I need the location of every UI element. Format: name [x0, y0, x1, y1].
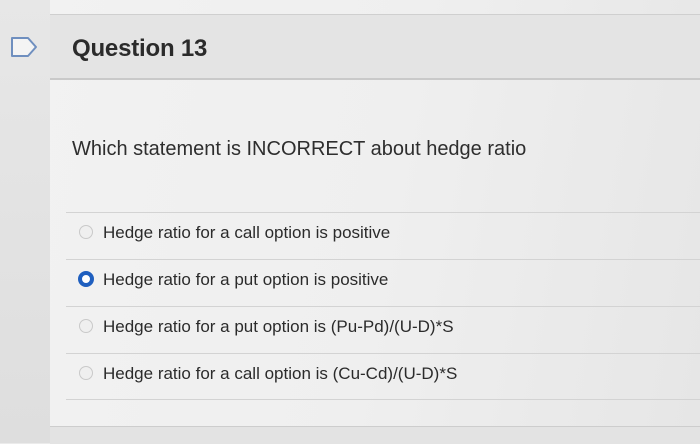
answer-option-2[interactable]: Hedge ratio for a put option is positive: [66, 259, 700, 306]
answer-list: Hedge ratio for a call option is positiv…: [66, 212, 700, 400]
radio-button[interactable]: [79, 366, 93, 380]
quiz-page: Question 13 Which statement is INCORRECT…: [0, 0, 700, 444]
question-footer: [50, 426, 700, 444]
answer-label[interactable]: Hedge ratio for a call option is (Cu-Cd)…: [103, 364, 457, 384]
answer-option-3[interactable]: Hedge ratio for a put option is (Pu-Pd)/…: [66, 306, 700, 353]
flag-icon[interactable]: [9, 35, 39, 59]
radio-button[interactable]: [79, 225, 93, 239]
answer-option-4[interactable]: Hedge ratio for a call option is (Cu-Cd)…: [66, 353, 700, 400]
answer-label[interactable]: Hedge ratio for a put option is positive: [103, 270, 388, 290]
radio-button[interactable]: [79, 319, 93, 333]
answer-option-1[interactable]: Hedge ratio for a call option is positiv…: [66, 212, 700, 259]
question-header: Question 13: [50, 14, 700, 80]
answer-label[interactable]: Hedge ratio for a call option is positiv…: [103, 223, 390, 243]
question-title: Question 13: [72, 35, 208, 62]
radio-button-selected[interactable]: [78, 271, 94, 287]
answer-label[interactable]: Hedge ratio for a put option is (Pu-Pd)/…: [103, 317, 454, 337]
question-prompt: Which statement is INCORRECT about hedge…: [72, 138, 527, 160]
left-gutter: [0, 0, 50, 443]
